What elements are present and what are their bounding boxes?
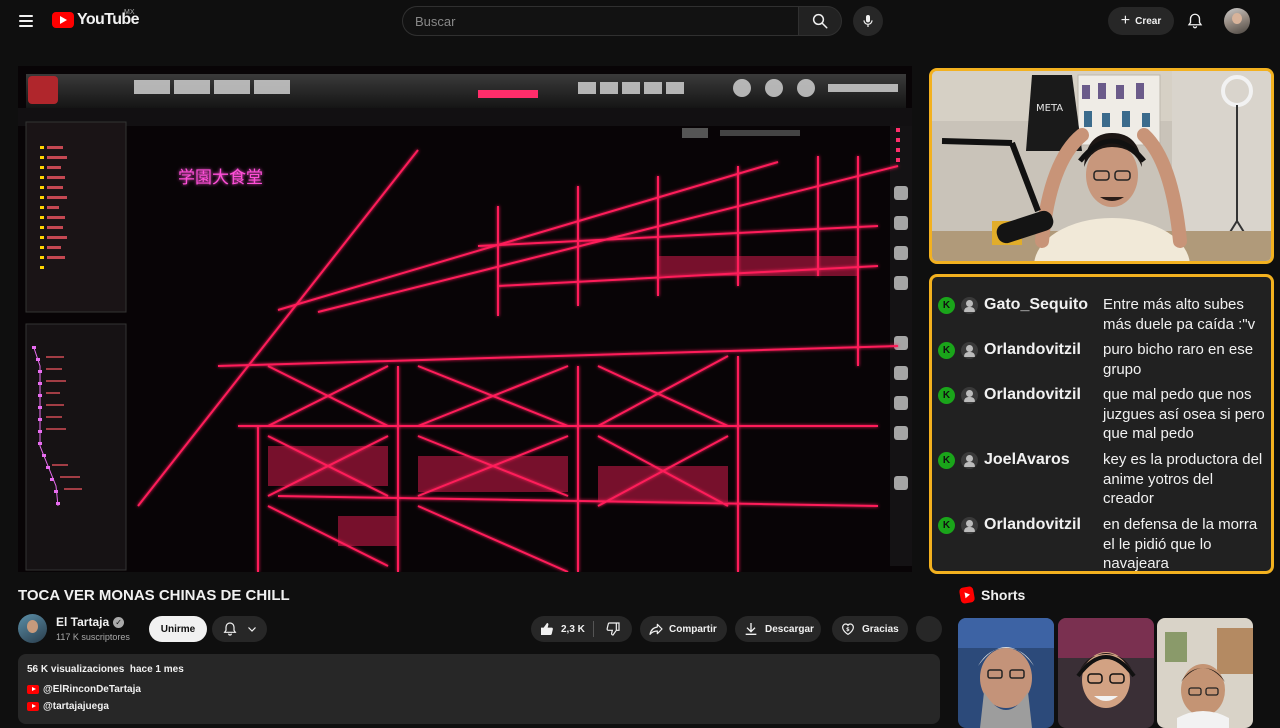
- verified-check-icon: ✓: [113, 616, 125, 628]
- plus-icon: +: [1120, 12, 1131, 29]
- description-box[interactable]: 56 K visualizaciones hace 1 mes @ElRinco…: [18, 654, 940, 724]
- short-thumbnail-image: [958, 618, 1054, 728]
- user-icon: [961, 517, 978, 534]
- chat-text: key es la productora del anime yotros del…: [1103, 451, 1263, 507]
- webcam-image: META: [932, 71, 1271, 261]
- hamburger-menu-icon[interactable]: [14, 9, 38, 33]
- user-icon: [961, 342, 978, 359]
- user-icon: [961, 297, 978, 314]
- shorts-icon: [958, 585, 976, 605]
- upload-date: hace 1 mes: [129, 664, 184, 675]
- thumbs-down-icon: [606, 622, 620, 636]
- chat-badge-icon: K: [938, 342, 955, 359]
- chat-text: puro bicho raro en ese grupo: [1103, 341, 1254, 378]
- chat-username: Orlandovitzil: [984, 341, 1081, 358]
- svg-text:$: $: [846, 627, 850, 633]
- join-button[interactable]: Unirme: [149, 616, 207, 642]
- video-title: TOCA VER MONAS CHINAS DE CHILL: [18, 587, 290, 604]
- create-label: Crear: [1135, 15, 1162, 27]
- short-thumbnail[interactable]: [1157, 618, 1253, 728]
- chat-username: JoelAvaros: [984, 451, 1070, 468]
- voice-search-button[interactable]: [853, 6, 883, 36]
- user-icon: [961, 452, 978, 469]
- shorts-title: Shorts: [981, 587, 1026, 603]
- like-button[interactable]: 2,3 K: [531, 616, 593, 642]
- short-thumbnail[interactable]: [1058, 618, 1154, 728]
- view-count: 56 K visualizaciones: [27, 664, 125, 675]
- channel-link[interactable]: @ElRinconDeTartaja: [27, 684, 141, 695]
- youtube-icon: [27, 685, 39, 694]
- share-button[interactable]: Compartir: [640, 616, 727, 642]
- chevron-down-icon: [247, 627, 256, 632]
- subscriber-count: 117 K suscriptores: [56, 632, 130, 642]
- short-thumbnail-image: [1157, 618, 1253, 728]
- user-icon: [961, 387, 978, 404]
- search-bar: [402, 6, 842, 36]
- chat-username: Gato_Sequito: [984, 296, 1089, 313]
- short-thumbnail-image: [1058, 618, 1154, 728]
- chat-badge-icon: K: [938, 452, 955, 469]
- like-count: 2,3 K: [561, 623, 585, 635]
- thanks-label: Gracias: [862, 623, 899, 635]
- chat-text: en defensa de la morra el le pidió que lo…: [1103, 516, 1258, 572]
- neon-sign-text: 学園大食堂: [178, 168, 263, 188]
- channel-name-link[interactable]: El Tartaja ✓: [56, 615, 125, 629]
- shorts-header: Shorts: [958, 585, 1026, 605]
- bell-icon: [1187, 13, 1203, 29]
- search-input[interactable]: [402, 6, 798, 36]
- account-avatar[interactable]: [1224, 8, 1250, 34]
- download-label: Descargar: [765, 623, 814, 635]
- chat-message: K Orlandovitzil que mal pedo que nos juzg…: [938, 385, 1268, 444]
- download-button[interactable]: Descargar: [735, 616, 821, 642]
- thumbs-up-icon: [541, 623, 553, 635]
- chat-text: que mal pedo que nos juzgues así osea si …: [1103, 386, 1265, 442]
- chat-message: K Gato_Sequito Entre más alto subes más d…: [938, 295, 1268, 334]
- like-dislike-group: 2,3 K: [531, 616, 632, 642]
- short-thumbnail[interactable]: [958, 618, 1054, 728]
- chat-message: K JoelAvaros key es la productora del ani…: [938, 450, 1268, 509]
- svg-text:META: META: [1036, 103, 1063, 114]
- view-count-date: 56 K visualizaciones hace 1 mes: [27, 664, 184, 675]
- channel-avatar[interactable]: [18, 614, 47, 643]
- subscribed-notifications-button[interactable]: [212, 616, 267, 642]
- video-frame: 学園大食堂: [18, 66, 912, 572]
- chat-message: K Orlandovitzil puro bicho raro en ese gr…: [938, 340, 1268, 379]
- live-chat-overlay: K Gato_Sequito Entre más alto subes más d…: [929, 274, 1274, 574]
- chat-message: K Orlandovitzil en defensa de la morra el…: [938, 515, 1268, 572]
- chat-badge-icon: K: [938, 387, 955, 404]
- search-button[interactable]: [798, 6, 842, 36]
- youtube-icon: [27, 702, 39, 711]
- share-icon: [649, 623, 663, 635]
- chat-username: Orlandovitzil: [984, 386, 1081, 403]
- search-icon: [812, 13, 828, 29]
- youtube-play-icon: [52, 12, 74, 28]
- share-label: Compartir: [669, 623, 717, 635]
- streamer-webcam: META: [929, 68, 1274, 264]
- thanks-button[interactable]: $ Gracias: [832, 616, 908, 642]
- channel-name: El Tartaja: [56, 615, 110, 629]
- notifications-button[interactable]: [1184, 10, 1206, 32]
- channel-link[interactable]: @tartajajuega: [27, 701, 109, 712]
- chat-badge-icon: K: [938, 297, 955, 314]
- top-bar: YouTube MX + Crear: [0, 0, 1280, 42]
- create-button[interactable]: + Crear: [1108, 7, 1174, 35]
- dislike-button[interactable]: [594, 616, 632, 642]
- microphone-icon: [863, 15, 873, 27]
- bell-icon: [223, 622, 236, 636]
- chat-text: Entre más alto subes más duele pa caída :…: [1103, 296, 1256, 333]
- video-player[interactable]: 学園大食堂: [18, 66, 912, 572]
- chat-username: Orlandovitzil: [984, 516, 1081, 533]
- thanks-heart-icon: $: [842, 623, 854, 636]
- download-icon: [745, 623, 757, 635]
- more-actions-button[interactable]: [916, 616, 942, 642]
- chat-badge-icon: K: [938, 517, 955, 534]
- logo-region: MX: [124, 9, 135, 16]
